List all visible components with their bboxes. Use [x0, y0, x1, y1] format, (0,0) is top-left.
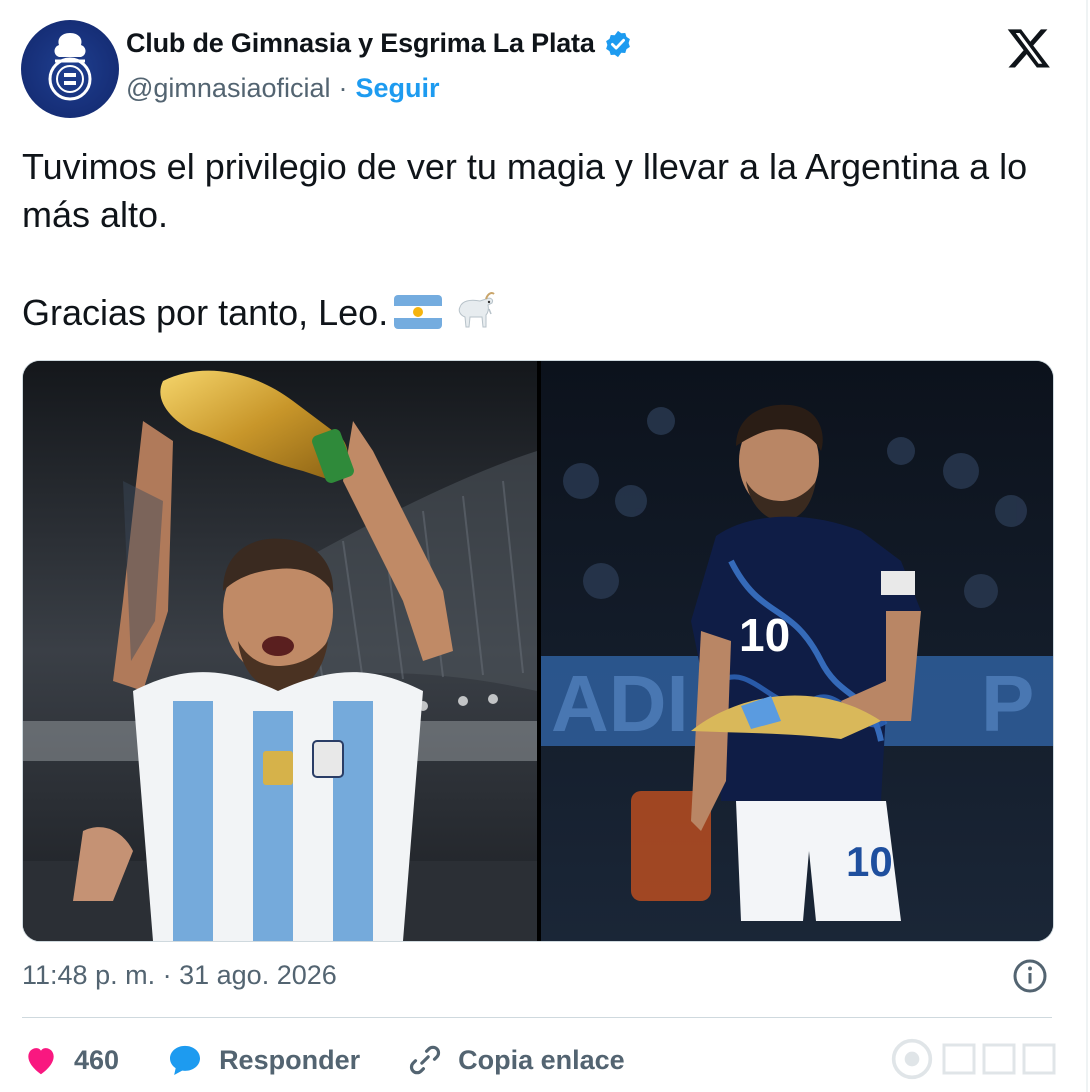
tweet-card: Club de Gimnasia y Esgrima La Plata @gim…: [0, 0, 1088, 1092]
meta-separator: ·: [162, 960, 172, 990]
tweet-time: 11:48 p. m.: [22, 960, 156, 990]
jersey-number-front: 10: [739, 609, 790, 661]
divider: [22, 1017, 1052, 1018]
x-logo-icon[interactable]: [1006, 25, 1052, 71]
tweet-line-2: Gracias por tanto, Leo.: [22, 287, 1052, 337]
shorts-number: 10: [846, 838, 893, 885]
goat-icon: [458, 292, 495, 328]
action-bar: 460 Responder Copia enlace: [22, 1036, 671, 1084]
tweet-timestamp[interactable]: 11:48 p. m. · 31 ago. 2026: [22, 960, 337, 991]
heart-icon: [28, 1048, 54, 1075]
media-grid[interactable]: ADI P 10 10: [22, 360, 1054, 942]
follow-button[interactable]: Seguir: [356, 73, 440, 104]
tweet-line-2-text: Gracias por tanto, Leo.: [22, 292, 389, 333]
tweet-text: Tuvimos el privilegio de ver tu magia y …: [22, 143, 1052, 337]
reply-label: Responder: [219, 1044, 361, 1075]
tweet-date: 31 ago. 2026: [179, 960, 337, 990]
argentina-flag-icon: [394, 295, 443, 329]
photo-right-illustration: ADI P 10 10: [541, 361, 1053, 941]
author-handle[interactable]: @gimnasiaoficial: [126, 73, 331, 104]
club-crest-icon: [48, 33, 92, 101]
reply-button[interactable]: Responder: [165, 1040, 360, 1080]
author-block: Club de Gimnasia y Esgrima La Plata @gim…: [126, 28, 633, 104]
like-button[interactable]: 460: [22, 1041, 119, 1079]
reply-icon: [170, 1045, 201, 1075]
photo-trophy-celebration[interactable]: [23, 361, 537, 941]
verified-badge-icon: [605, 30, 630, 57]
avatar[interactable]: [21, 20, 119, 118]
author-name[interactable]: Club de Gimnasia y Esgrima La Plata: [126, 28, 595, 59]
like-count: 460: [74, 1044, 120, 1075]
copy-link-label: Copia enlace: [458, 1044, 625, 1075]
banner-letter: P: [981, 659, 1034, 748]
watermark-logo: [890, 1036, 1070, 1082]
info-icon[interactable]: [1012, 958, 1048, 994]
tweet-line-1: Tuvimos el privilegio de ver tu magia y …: [22, 146, 1028, 235]
photo-boot-tribute[interactable]: ADI P 10 10: [541, 361, 1053, 941]
banner-letters: ADI: [551, 659, 689, 748]
watermark-glyphs: [942, 1043, 1056, 1075]
photo-left-illustration: [23, 361, 537, 941]
handle-separator: ·: [338, 73, 348, 103]
copy-link-button[interactable]: Copia enlace: [406, 1041, 625, 1079]
watermark-icon: [891, 1038, 933, 1080]
link-icon: [410, 1045, 441, 1075]
